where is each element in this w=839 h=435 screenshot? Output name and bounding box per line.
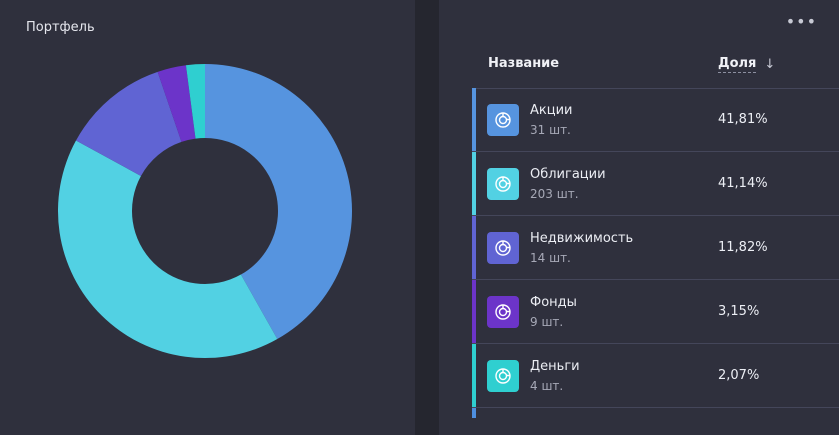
sort-down-icon[interactable]: ↓ xyxy=(764,57,775,72)
portfolio-panel: Портфель xyxy=(0,0,415,435)
asset-name: Фонды xyxy=(530,295,577,310)
portfolio-donut-chart xyxy=(58,64,352,358)
panel-title: Портфель xyxy=(26,20,95,35)
asset-share: 11,82% xyxy=(718,240,768,255)
row-color-bar xyxy=(472,88,476,151)
table-row[interactable]: Акции 31 шт. 41,81% xyxy=(472,88,839,152)
panel-divider xyxy=(415,0,439,435)
row-color-bar xyxy=(472,216,476,279)
table-row[interactable]: Фонды 9 шт. 3,15% xyxy=(472,280,839,344)
column-header-name: Название xyxy=(488,56,560,71)
asset-count: 4 шт. xyxy=(530,379,564,393)
pie-chart-icon xyxy=(487,168,519,200)
table-row[interactable]: Недвижимость 14 шт. 11,82% xyxy=(472,216,839,280)
table-row[interactable]: Деньги 4 шт. 2,07% xyxy=(472,344,839,408)
asset-name: Деньги xyxy=(530,359,580,374)
assets-panel: ••• Название Доля ↓ Акции 31 шт. 41,81% … xyxy=(439,0,839,435)
asset-name: Облигации xyxy=(530,167,606,182)
asset-table: Акции 31 шт. 41,81% Облигации 203 шт. 41… xyxy=(472,88,839,408)
asset-count: 14 шт. xyxy=(530,251,571,265)
pie-chart-icon xyxy=(487,360,519,392)
pie-chart-icon xyxy=(487,232,519,264)
more-options-button[interactable]: ••• xyxy=(786,14,817,30)
asset-count: 31 шт. xyxy=(530,123,571,137)
asset-count: 203 шт. xyxy=(530,187,579,201)
asset-share: 3,15% xyxy=(718,304,760,319)
pie-chart-icon xyxy=(487,296,519,328)
row-color-bar xyxy=(472,280,476,343)
row-color-bar-partial xyxy=(472,408,476,418)
row-color-bar xyxy=(472,152,476,215)
pie-chart-icon xyxy=(487,104,519,136)
asset-share: 41,81% xyxy=(718,112,768,127)
column-header-share-label: Доля xyxy=(718,56,757,73)
asset-share: 41,14% xyxy=(718,176,768,191)
asset-name: Недвижимость xyxy=(530,231,634,246)
column-header-share[interactable]: Доля ↓ xyxy=(718,56,775,73)
asset-name: Акции xyxy=(530,103,573,118)
row-color-bar xyxy=(472,344,476,407)
table-row[interactable]: Облигации 203 шт. 41,14% xyxy=(472,152,839,216)
donut-slice[interactable] xyxy=(58,140,278,358)
asset-share: 2,07% xyxy=(718,368,760,383)
asset-count: 9 шт. xyxy=(530,315,564,329)
